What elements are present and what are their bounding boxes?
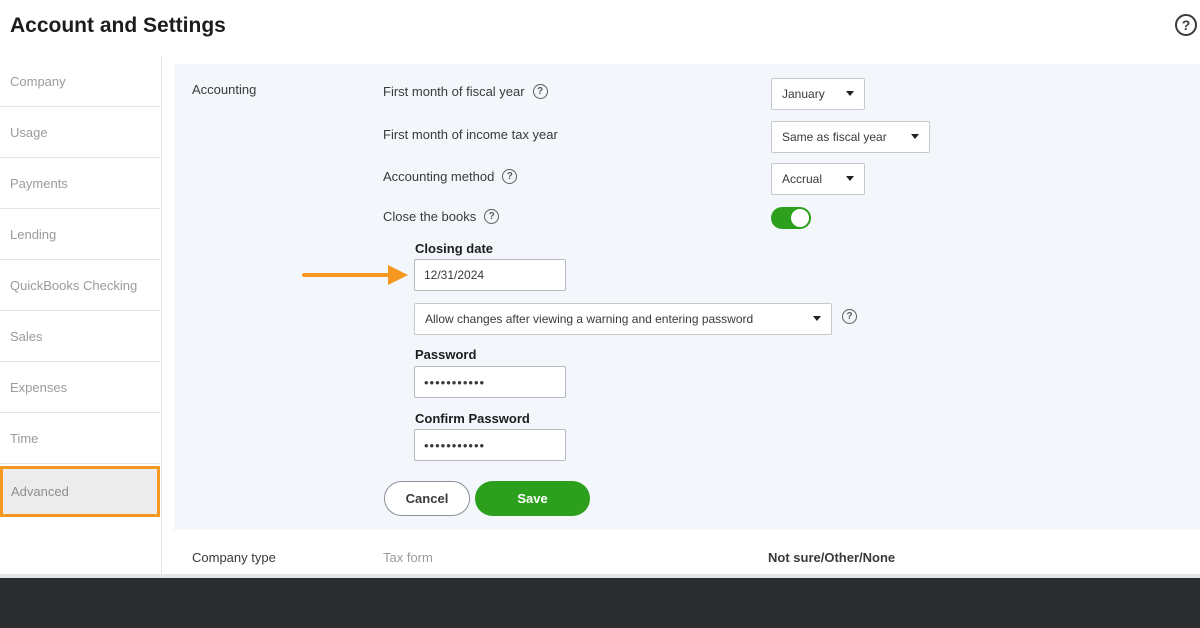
fiscal-year-label: First month of fiscal year ? [383, 84, 548, 99]
sidebar-item-expenses[interactable]: Expenses [0, 362, 160, 413]
accounting-method-select[interactable]: Accrual [771, 163, 865, 195]
tax-form-value: Not sure/Other/None [768, 550, 896, 565]
accounting-method-label: Accounting method ? [383, 169, 518, 184]
close-books-label-text: Close the books [383, 209, 477, 224]
sidebar-item-usage[interactable]: Usage [0, 107, 160, 158]
fiscal-year-select[interactable]: January [771, 78, 865, 110]
closing-date-label: Closing date [415, 241, 494, 256]
help-circle-icon[interactable]: ? [532, 84, 548, 99]
arrow-right-icon [302, 265, 408, 285]
sidebar-item-time[interactable]: Time [0, 413, 160, 464]
help-circle-icon[interactable]: ? [484, 209, 500, 224]
settings-sidebar: Company Usage Payments Lending QuickBook… [0, 56, 162, 578]
sidebar-item-company[interactable]: Company [0, 56, 160, 107]
sidebar-item-payments[interactable]: Payments [0, 158, 160, 209]
taskbar [0, 578, 1200, 628]
fiscal-year-label-text: First month of fiscal year [383, 84, 525, 99]
help-circle-icon[interactable]: ? [842, 309, 857, 324]
accounting-panel [174, 64, 1200, 530]
closing-date-input[interactable]: 12/31/2024 [414, 259, 566, 291]
toggle-knob [791, 209, 809, 227]
help-icon[interactable]: ? [1175, 14, 1197, 36]
help-circle-icon[interactable]: ? [502, 169, 518, 184]
income-tax-year-value: Same as fiscal year [782, 130, 887, 144]
sidebar-item-quickbooks-checking[interactable]: QuickBooks Checking [0, 260, 160, 311]
sidebar-item-advanced[interactable]: Advanced [0, 466, 160, 517]
income-tax-year-label-text: First month of income tax year [383, 127, 558, 142]
section-label-accounting: Accounting [192, 82, 257, 97]
password-input[interactable]: ••••••••••• [414, 366, 566, 398]
fiscal-year-value: January [782, 87, 825, 101]
confirm-password-input[interactable]: ••••••••••• [414, 429, 566, 461]
caret-down-icon [846, 176, 854, 181]
income-tax-year-label: First month of income tax year [383, 127, 558, 142]
close-books-toggle[interactable] [771, 207, 811, 229]
change-policy-value: Allow changes after viewing a warning an… [425, 312, 754, 326]
cancel-button[interactable]: Cancel [384, 481, 470, 516]
tax-form-label: Tax form [383, 550, 433, 565]
save-button[interactable]: Save [475, 481, 590, 516]
income-tax-year-select[interactable]: Same as fiscal year [771, 121, 930, 153]
change-policy-select[interactable]: Allow changes after viewing a warning an… [414, 303, 832, 335]
page-title: Account and Settings [10, 14, 226, 37]
caret-down-icon [911, 134, 919, 139]
close-books-label: Close the books ? [383, 209, 500, 224]
confirm-password-label: Confirm Password [415, 411, 530, 426]
sidebar-item-sales[interactable]: Sales [0, 311, 160, 362]
caret-down-icon [813, 316, 821, 321]
password-label: Password [415, 347, 477, 362]
caret-down-icon [846, 91, 854, 96]
company-type-label: Company type [192, 550, 276, 565]
accounting-method-label-text: Accounting method [383, 169, 495, 184]
accounting-method-value: Accrual [782, 172, 823, 186]
sidebar-item-lending[interactable]: Lending [0, 209, 160, 260]
